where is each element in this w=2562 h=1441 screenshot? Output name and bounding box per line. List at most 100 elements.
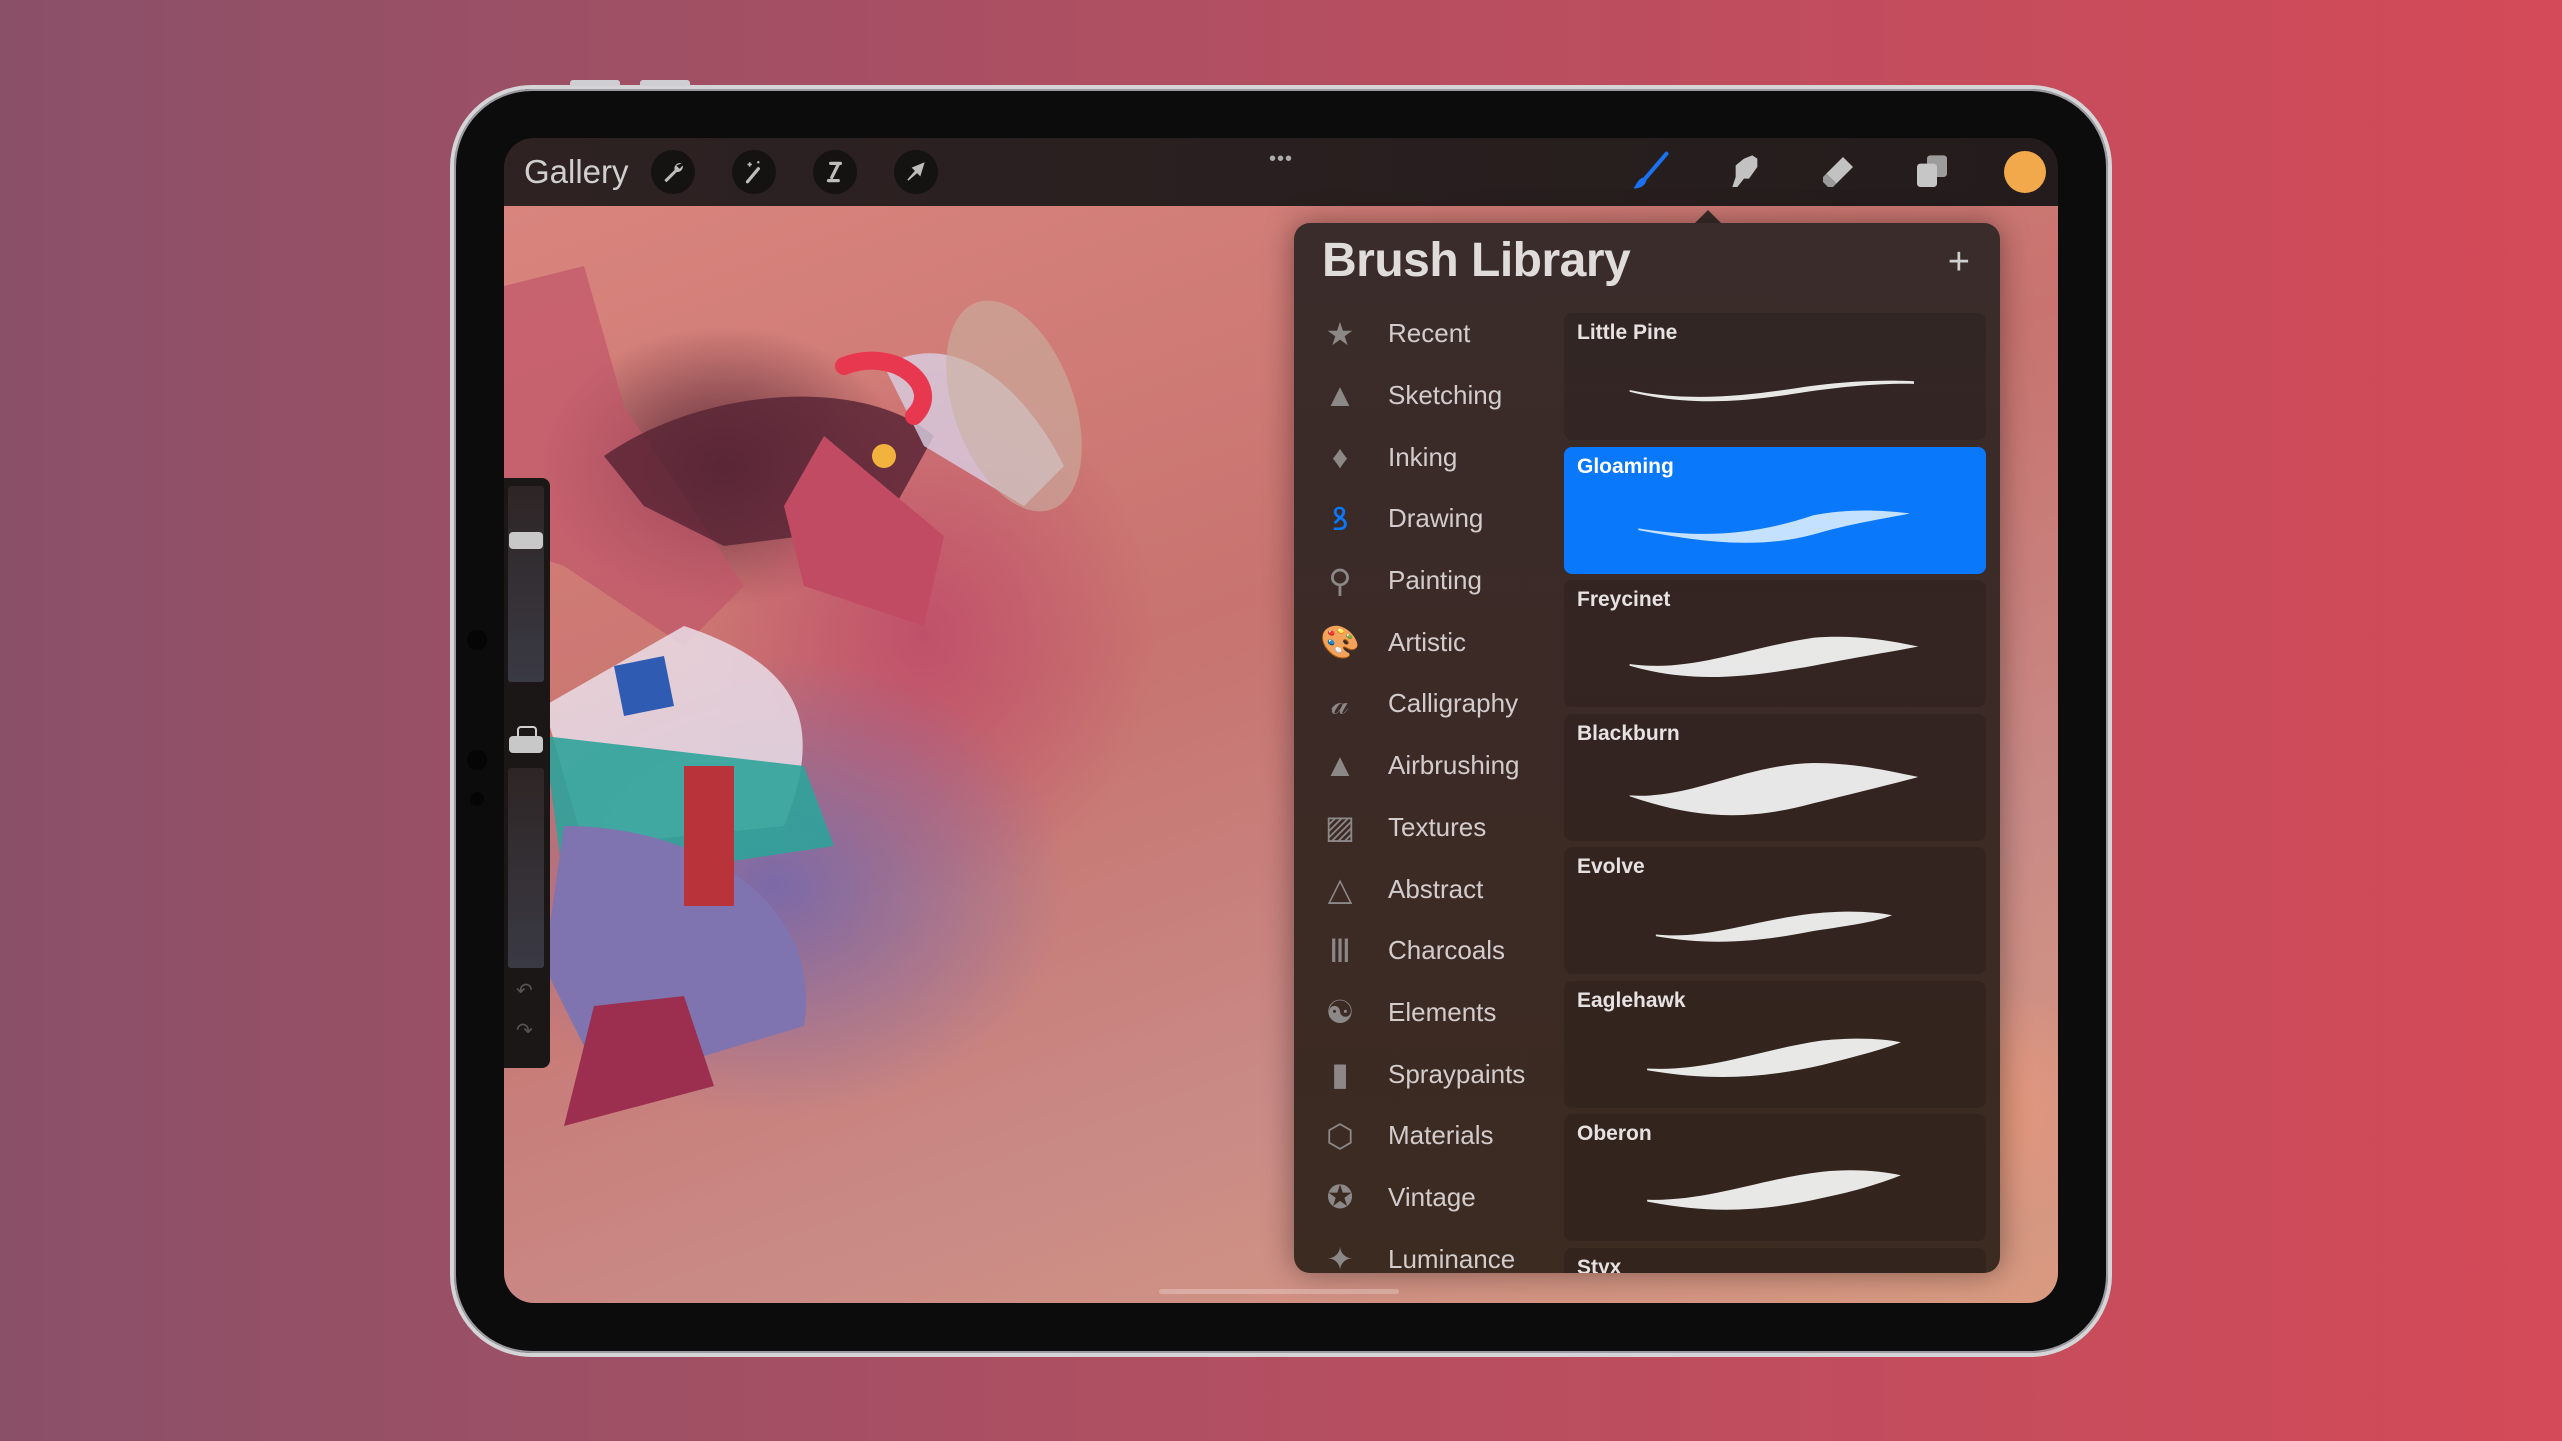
category-label: Drawing bbox=[1388, 503, 1484, 534]
category-inking[interactable]: ♦ Inking bbox=[1294, 426, 1562, 488]
category-label: Charcoals bbox=[1388, 935, 1506, 966]
category-textures[interactable]: ▨ Textures bbox=[1294, 797, 1562, 859]
spray-can-icon: ▮ bbox=[1331, 1056, 1349, 1093]
brush-item-gloaming[interactable]: Gloaming bbox=[1564, 446, 1986, 574]
left-sidebar: ↶ ↷ bbox=[504, 478, 550, 1068]
category-label: Airbrushing bbox=[1388, 750, 1520, 781]
star-icon: ★ bbox=[1325, 315, 1355, 352]
volume-button bbox=[570, 80, 620, 86]
category-calligraphy[interactable]: 𝒶 Calligraphy bbox=[1294, 673, 1562, 735]
brush-name: Freycinet bbox=[1577, 588, 1671, 611]
category-artistic[interactable]: 🎨 Artistic bbox=[1294, 611, 1562, 673]
category-sketching[interactable]: ▲ Sketching bbox=[1294, 365, 1562, 427]
brush-item-freycinet[interactable]: Freycinet bbox=[1564, 580, 1986, 707]
airbrush-icon: ▲ bbox=[1324, 747, 1356, 784]
brush-item-styx[interactable]: Styx bbox=[1564, 1247, 1986, 1274]
brush-size-slider[interactable] bbox=[508, 486, 544, 682]
smudge-tool-button[interactable] bbox=[1720, 148, 1768, 196]
category-label: Elements bbox=[1388, 996, 1497, 1027]
category-label: Textures bbox=[1388, 811, 1487, 842]
add-brush-button[interactable]: + bbox=[1948, 241, 1970, 284]
layers-icon bbox=[1917, 155, 1947, 187]
camera-lens bbox=[467, 630, 487, 650]
sparkle-icon: ✦ bbox=[1326, 1241, 1354, 1278]
category-charcoals[interactable]: Ⅲ Charcoals bbox=[1294, 920, 1562, 982]
brush-stroke-preview bbox=[1638, 509, 1910, 543]
brush-item-eaglehawk[interactable]: Eaglehawk bbox=[1564, 980, 1986, 1108]
category-label: Painting bbox=[1388, 565, 1482, 596]
brush-item-blackburn[interactable]: Blackburn bbox=[1564, 713, 1986, 841]
paintbrush-icon: ⚲ bbox=[1328, 562, 1352, 599]
squiggle-icon: ꝸ bbox=[1331, 501, 1349, 538]
color-picker-button[interactable] bbox=[2004, 151, 2046, 193]
star-badge-icon: ✪ bbox=[1326, 1179, 1354, 1216]
brush-stroke-preview bbox=[1647, 1038, 1901, 1077]
category-elements[interactable]: ☯ Elements bbox=[1294, 982, 1562, 1044]
opacity-slider[interactable] bbox=[508, 768, 544, 968]
brush-item-oberon[interactable]: Oberon bbox=[1564, 1114, 1986, 1241]
category-recent[interactable]: ★ Recent bbox=[1294, 303, 1562, 365]
opacity-knob[interactable] bbox=[509, 736, 543, 753]
category-materials[interactable]: ⬡ Materials bbox=[1294, 1105, 1562, 1167]
brush-item-little-pine[interactable]: Little Pine bbox=[1564, 313, 1986, 440]
camera-lens bbox=[467, 750, 487, 770]
smudge-finger-icon bbox=[1732, 155, 1758, 187]
eraser-tool-button[interactable] bbox=[1814, 148, 1862, 196]
magic-wand-icon bbox=[745, 161, 760, 184]
selection-button[interactable] bbox=[812, 150, 857, 194]
brush-size-knob[interactable] bbox=[509, 532, 543, 549]
adjustments-button[interactable] bbox=[731, 150, 776, 194]
brush-list: Little Pine Gloaming Freycinet Blackburn Evo… bbox=[1564, 313, 1986, 1273]
texture-icon: ▨ bbox=[1324, 809, 1356, 846]
redo-icon[interactable]: ↷ bbox=[516, 1018, 533, 1043]
gallery-button[interactable]: Gallery bbox=[524, 153, 629, 191]
panel-title: Brush Library bbox=[1322, 234, 1631, 287]
category-abstract[interactable]: △ Abstract bbox=[1294, 858, 1562, 920]
brush-name: Eaglehawk bbox=[1577, 988, 1686, 1012]
category-label: Vintage bbox=[1388, 1181, 1476, 1212]
brush-item-evolve[interactable]: Evolve bbox=[1564, 847, 1986, 974]
brush-name: Blackburn bbox=[1577, 721, 1680, 745]
category-airbrushing[interactable]: ▲ Airbrushing bbox=[1294, 735, 1562, 797]
transform-button[interactable] bbox=[893, 150, 938, 194]
brush-name: Little Pine bbox=[1577, 321, 1678, 344]
selection-s-icon bbox=[826, 161, 842, 183]
eraser-icon bbox=[1823, 157, 1853, 187]
volume-button bbox=[640, 80, 690, 86]
brush-name: Gloaming bbox=[1577, 454, 1674, 478]
camera-sensor bbox=[470, 792, 484, 806]
category-label: Calligraphy bbox=[1388, 688, 1519, 719]
category-drawing[interactable]: ꝸ Drawing bbox=[1294, 488, 1562, 550]
paintbrush-icon bbox=[1633, 151, 1669, 189]
top-toolbar: Gallery ••• bbox=[504, 138, 2058, 206]
brush-name: Oberon bbox=[1577, 1122, 1652, 1145]
charcoal-sticks-icon: Ⅲ bbox=[1328, 932, 1352, 969]
category-label: Sketching bbox=[1388, 380, 1503, 411]
layers-button[interactable] bbox=[1908, 148, 1956, 196]
home-indicator[interactable] bbox=[1159, 1289, 1399, 1294]
brush-stroke-preview bbox=[1629, 636, 1919, 677]
category-spraypaints[interactable]: ▮ Spraypaints bbox=[1294, 1043, 1562, 1105]
category-vintage[interactable]: ✪ Vintage bbox=[1294, 1167, 1562, 1229]
brush-stroke-preview bbox=[1629, 380, 1914, 402]
category-label: Recent bbox=[1388, 318, 1471, 349]
yin-yang-icon: ☯ bbox=[1325, 994, 1355, 1031]
brush-tool-button[interactable] bbox=[1626, 148, 1674, 196]
actions-button[interactable] bbox=[650, 150, 695, 194]
palette-icon: 🎨 bbox=[1320, 624, 1360, 661]
cube-icon: ⬡ bbox=[1326, 1117, 1354, 1154]
category-luminance[interactable]: ✦ Luminance bbox=[1294, 1228, 1562, 1290]
triangle-icon: △ bbox=[1327, 871, 1353, 908]
more-handle[interactable]: ••• bbox=[1269, 148, 1293, 171]
app-screen: Gallery ••• ↶ ↷ Brush Library + ★ Recent… bbox=[504, 138, 2058, 1303]
calligraphy-a-icon: 𝒶 bbox=[1331, 684, 1349, 721]
brush-name: Evolve bbox=[1577, 855, 1645, 878]
brush-name: Styx bbox=[1577, 1255, 1622, 1274]
wrench-icon bbox=[663, 163, 683, 183]
undo-icon[interactable]: ↶ bbox=[516, 978, 533, 1003]
category-painting[interactable]: ⚲ Painting bbox=[1294, 550, 1562, 612]
pencil-tip-icon: ▲ bbox=[1324, 377, 1356, 414]
brush-stroke-preview bbox=[1647, 1170, 1901, 1210]
popover-arrow bbox=[1694, 210, 1722, 224]
category-list: ★ Recent ▲ Sketching ♦ Inking ꝸ Drawing ⚲ Paintin… bbox=[1294, 303, 1562, 1290]
